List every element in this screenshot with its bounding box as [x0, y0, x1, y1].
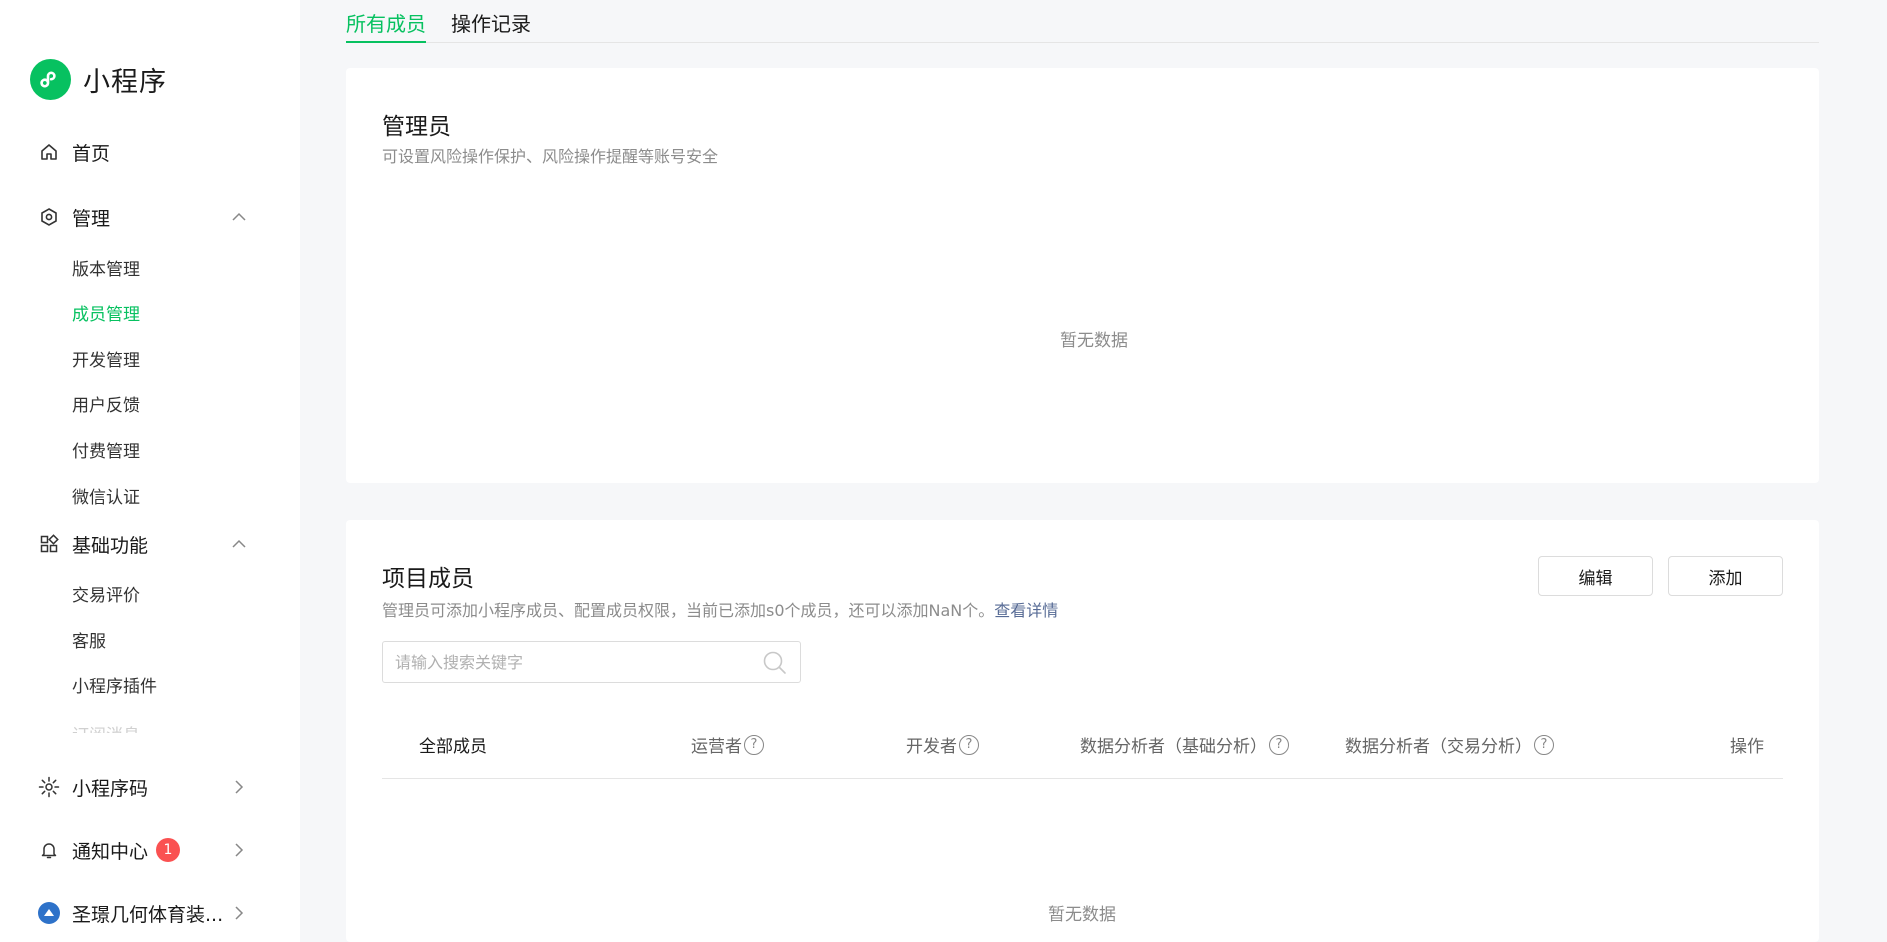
account-avatar-icon: [38, 902, 60, 924]
nav-manage[interactable]: 管理: [38, 201, 248, 233]
nav-qrcode[interactable]: 小程序码: [38, 771, 248, 803]
sidebar-item-plugins[interactable]: 小程序插件: [72, 671, 157, 697]
column-data-analyst-trade: 数据分析者（交易分析） ?: [1345, 732, 1554, 757]
members-title: 项目成员: [382, 566, 474, 592]
column-label: 全部成员: [419, 737, 487, 757]
members-empty-text: 暂无数据: [1048, 905, 1116, 925]
sidebar-item-reviews[interactable]: 交易评价: [72, 580, 140, 606]
admin-title: 管理员: [382, 114, 451, 140]
nav-home[interactable]: 首页: [38, 136, 248, 168]
members-desc-text: 管理员可添加小程序成员、配置成员权限，当前已添加s0个成员，还可以添加NaN个。: [382, 601, 995, 620]
grid-apps-icon: [38, 533, 60, 555]
help-icon[interactable]: ?: [744, 734, 764, 755]
sidebar-item-feedback[interactable]: 用户反馈: [72, 390, 140, 416]
sidebar-item-subscribe[interactable]: 订阅消息: [72, 721, 140, 733]
add-button[interactable]: 添加: [1668, 556, 1783, 596]
nav-manage-label: 管理: [72, 207, 111, 230]
column-label: 数据分析者（基础分析）: [1080, 737, 1267, 757]
chevron-up-icon[interactable]: [230, 208, 248, 231]
column-label: 操作: [1730, 737, 1764, 757]
nav-basic[interactable]: 基础功能: [38, 528, 248, 560]
notification-badge: 1: [156, 838, 181, 862]
column-label: 数据分析者（交易分析）: [1345, 737, 1532, 757]
column-label: 运营者: [691, 737, 742, 757]
bell-icon: [38, 839, 60, 861]
tab-operation-log[interactable]: 操作记录: [451, 8, 531, 43]
hexagon-settings-icon: [38, 206, 60, 228]
chevron-up-icon[interactable]: [230, 535, 248, 558]
nav-basic-label: 基础功能: [72, 534, 149, 557]
table-header-divider: [382, 778, 1783, 779]
search-box: [382, 641, 801, 683]
nav-account[interactable]: 圣璟几何体育装...: [38, 897, 248, 929]
nav-notify-label: 通知中心: [72, 840, 149, 863]
tab-all-members[interactable]: 所有成员: [346, 8, 426, 43]
sidebar-item-wechat-auth[interactable]: 微信认证: [72, 482, 140, 508]
help-icon[interactable]: ?: [1269, 734, 1289, 755]
search-icon[interactable]: [762, 650, 788, 680]
members-desc: 管理员可添加小程序成员、配置成员权限，当前已添加s0个成员，还可以添加NaN个。…: [382, 597, 1058, 621]
column-label: 开发者: [906, 737, 957, 757]
brand[interactable]: 小程序: [30, 58, 167, 100]
search-input[interactable]: [395, 642, 755, 682]
help-icon[interactable]: ?: [1534, 734, 1554, 755]
chevron-right-icon: [230, 904, 248, 927]
column-operator: 运营者 ?: [691, 732, 764, 757]
nav-account-label: 圣璟几何体育装...: [72, 903, 224, 926]
home-icon: [38, 141, 60, 163]
sidebar-item-version[interactable]: 版本管理: [72, 254, 140, 280]
sidebar-item-payment[interactable]: 付费管理: [72, 436, 140, 462]
nav-home-label: 首页: [72, 142, 111, 165]
nav-notify[interactable]: 通知中心 1: [38, 834, 248, 866]
view-details-link[interactable]: 查看详情: [994, 601, 1058, 620]
column-developer: 开发者 ?: [906, 732, 979, 757]
chevron-right-icon: [230, 778, 248, 801]
column-data-analyst-basic: 数据分析者（基础分析） ?: [1080, 732, 1289, 757]
mini-program-logo-icon: [30, 58, 71, 100]
chevron-right-icon: [230, 841, 248, 864]
column-all-members[interactable]: 全部成员: [419, 732, 487, 757]
admin-desc: 可设置风险操作保护、风险操作提醒等账号安全: [382, 147, 719, 166]
sidebar-item-dev[interactable]: 开发管理: [72, 345, 140, 371]
help-icon[interactable]: ?: [959, 734, 979, 755]
members-card: 项目成员 管理员可添加小程序成员、配置成员权限，当前已添加s0个成员，还可以添加…: [346, 520, 1819, 942]
sun-code-icon: [38, 776, 60, 798]
nav-qrcode-label: 小程序码: [72, 777, 149, 800]
admin-empty-text: 暂无数据: [1060, 331, 1128, 351]
sidebar: 小程序 首页 管理 版本管理 成员管理 开发管理 用户反馈 付费管理 微信认证 …: [0, 0, 300, 942]
brand-name: 小程序: [83, 66, 167, 98]
member-tabs: 所有成员 操作记录: [346, 0, 1819, 43]
column-actions: 操作: [1730, 732, 1764, 757]
edit-button[interactable]: 编辑: [1538, 556, 1653, 596]
sidebar-item-service[interactable]: 客服: [72, 626, 106, 652]
sidebar-item-members[interactable]: 成员管理: [72, 299, 140, 325]
admin-card: 管理员 可设置风险操作保护、风险操作提醒等账号安全 暂无数据: [346, 68, 1819, 483]
